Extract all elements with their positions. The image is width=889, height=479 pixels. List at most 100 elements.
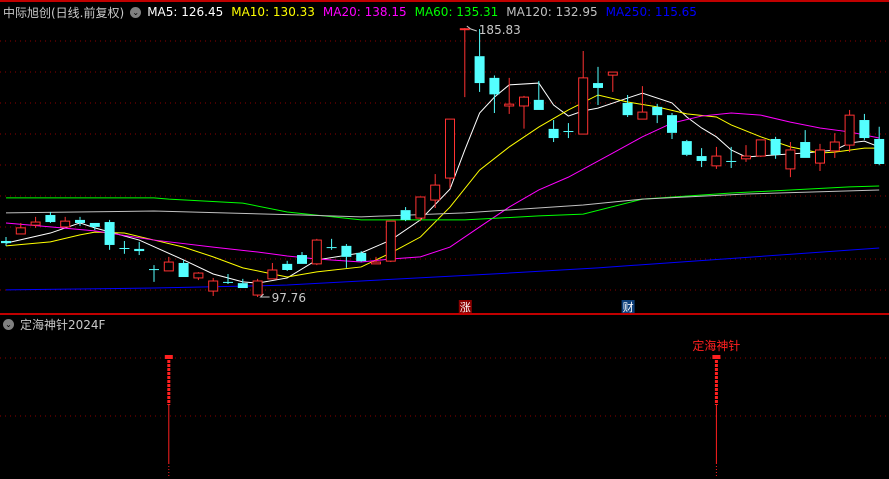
- candle: [415, 196, 426, 222]
- candle: [696, 148, 707, 168]
- ma10-label: MA10: 130.33: [231, 5, 315, 19]
- candle-body: [149, 269, 159, 271]
- candle-body: [445, 118, 455, 179]
- candle-body: [785, 149, 796, 170]
- candle: [533, 80, 544, 110]
- signal-spike: 定海神针: [692, 338, 740, 477]
- candle-body: [341, 245, 352, 257]
- spike-cap: [712, 355, 721, 359]
- candle: [237, 278, 248, 289]
- ma-line-ma5: [5, 82, 880, 284]
- signal-label: 定海神针: [692, 338, 740, 353]
- candle: [297, 251, 307, 264]
- ma20-label: MA20: 138.15: [322, 5, 407, 19]
- indicator-title: 定海神针2024F: [20, 318, 106, 332]
- chevron-down-circle-icon[interactable]: ⌄: [3, 319, 14, 330]
- candle: [119, 240, 130, 254]
- candle-body: [15, 227, 26, 235]
- candle-body: [430, 184, 441, 201]
- indicator-header: ⌄ 定海神针2024F: [3, 316, 105, 333]
- candle: [474, 29, 485, 92]
- candle-body: [800, 142, 811, 158]
- high-price-label: 185.83: [479, 23, 521, 37]
- candle-body: [297, 255, 307, 264]
- candle-body: [874, 138, 885, 165]
- candle-body: [533, 99, 544, 110]
- candle: [755, 139, 766, 157]
- candle: [400, 207, 411, 222]
- candle-body: [652, 106, 663, 116]
- candle: [45, 211, 56, 223]
- candle-body: [726, 160, 737, 162]
- candle: [578, 50, 589, 135]
- candle-body: [829, 141, 840, 152]
- candle: [548, 120, 559, 143]
- candle: [800, 130, 811, 158]
- ma5-label: MA5: 126.45: [147, 5, 224, 19]
- ma-line-ma120: [5, 189, 880, 218]
- candle: [311, 238, 322, 266]
- candle-body: [563, 131, 574, 133]
- candle: [267, 262, 278, 280]
- candle-body: [134, 248, 145, 252]
- candle-body: [193, 272, 204, 279]
- candle-body: [311, 239, 322, 265]
- candle-body: [89, 222, 100, 227]
- candle-body: [459, 28, 470, 31]
- candle: [252, 278, 263, 297]
- candle-body: [548, 128, 559, 139]
- candle: [104, 219, 115, 250]
- candle-body: [504, 103, 515, 107]
- candle: [829, 133, 840, 158]
- candle: [711, 146, 722, 169]
- candle: [563, 123, 574, 139]
- ma120-label: MA120: 132.95: [506, 5, 598, 19]
- candle-body: [859, 120, 870, 139]
- candle: [60, 216, 71, 228]
- chart-header: 中际旭创(日线.前复权) ⌄ MA5: 126.45 MA10: 130.33 …: [0, 4, 705, 20]
- candle: [681, 139, 692, 157]
- candle-body: [637, 111, 648, 120]
- stock-title: 中际旭创(日线.前复权): [3, 5, 125, 20]
- candle-body: [844, 114, 855, 146]
- ma60-label: MA60: 135.31: [414, 5, 499, 19]
- candle: [667, 113, 677, 139]
- candle-body: [400, 210, 411, 220]
- candle-body: [356, 252, 367, 262]
- ma-line-ma250: [5, 247, 880, 291]
- candle-body: [667, 115, 677, 133]
- candle: [726, 146, 737, 168]
- candle-body: [770, 138, 781, 155]
- candle-body: [578, 77, 589, 135]
- candle: [815, 143, 825, 172]
- kline-chart[interactable]: 185.83 97.76 涨 财定海神针: [0, 0, 889, 479]
- candle-body: [593, 83, 603, 88]
- candle-body: [519, 96, 529, 107]
- candle: [593, 66, 603, 106]
- candle-body: [237, 283, 248, 289]
- candle-body: [1, 240, 11, 244]
- candle-body: [755, 139, 766, 157]
- candle-body: [267, 269, 278, 280]
- candle: [149, 265, 159, 282]
- candle: [134, 241, 145, 256]
- candle-body: [104, 222, 115, 245]
- candle: [178, 259, 189, 278]
- event-marker-label: 财: [623, 300, 634, 314]
- candle-body: [741, 155, 751, 160]
- candle-body: [474, 56, 485, 84]
- candle: [859, 113, 870, 140]
- candle: [193, 272, 204, 281]
- candle: [459, 28, 470, 98]
- candle-body: [75, 219, 85, 223]
- candle-body: [30, 221, 41, 226]
- ma250-label: MA250: 115.65: [605, 5, 697, 19]
- candle: [607, 71, 618, 92]
- spike-cap: [164, 355, 173, 359]
- candle-body: [696, 156, 707, 161]
- candle-body: [178, 262, 189, 278]
- candle-body: [415, 196, 426, 219]
- event-marker-label: 涨: [460, 301, 471, 314]
- candle: [282, 260, 293, 271]
- chevron-down-circle-icon[interactable]: ⌄: [130, 6, 142, 18]
